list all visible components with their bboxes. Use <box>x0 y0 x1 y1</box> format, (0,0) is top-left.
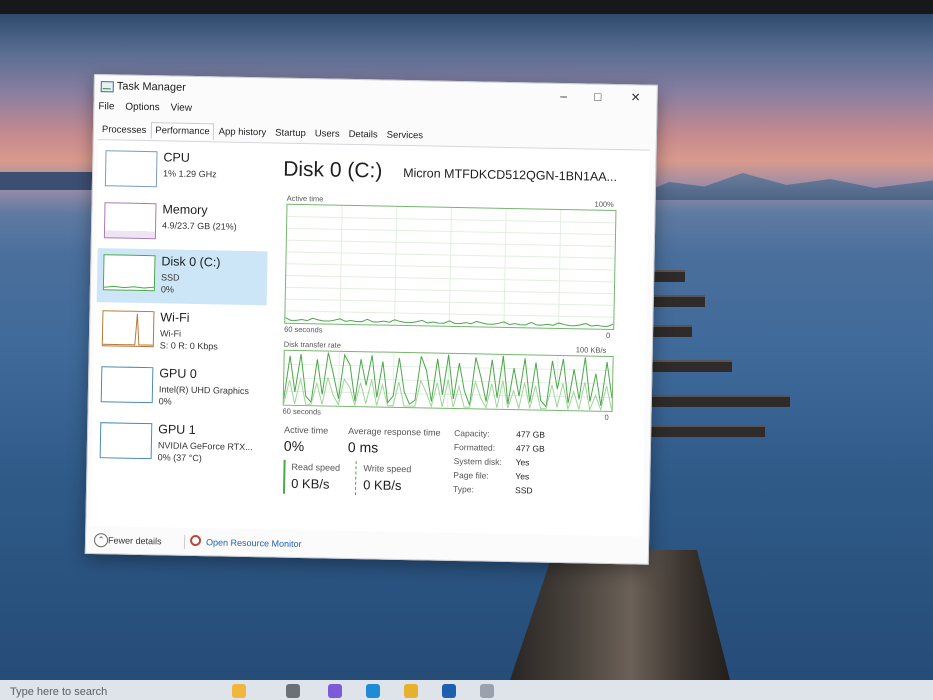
type-value: SSD <box>514 485 533 496</box>
menu-view[interactable]: View <box>170 102 192 113</box>
tab-performance[interactable]: Performance <box>151 122 214 141</box>
sidebar-item-label: Memory <box>162 202 208 218</box>
outlook-icon[interactable] <box>442 684 456 698</box>
active-time-graph <box>284 203 617 331</box>
sidebar-item-detail: Wi-Fi S: 0 R: 0 Kbps <box>159 328 218 352</box>
active-time-graph-label: Active time <box>286 193 324 204</box>
write-speed-value: 0 KB/s <box>363 477 402 493</box>
system-disk-value: Yes <box>515 457 530 468</box>
active-time-graph-left-label: 60 seconds <box>284 324 323 335</box>
file-explorer-icon[interactable] <box>404 684 418 698</box>
disk-model: Micron MTFDKCD512QGN-1BN1AA... <box>403 165 618 185</box>
sidebar-item-label: GPU 0 <box>159 366 197 382</box>
tab-details[interactable]: Details <box>344 126 381 144</box>
active-time-graph-canvas <box>285 205 616 328</box>
window-title: Task Manager <box>116 80 186 94</box>
transfer-rate-graph-canvas <box>283 351 613 411</box>
formatted-label: Formatted: <box>453 441 496 453</box>
copilot-icon[interactable] <box>328 684 342 698</box>
sidebar-item-disk-0[interactable]: Disk 0 (C:) SSD 0% <box>96 248 268 306</box>
system-disk-label: System disk: <box>453 455 502 467</box>
tab-users[interactable]: Users <box>311 125 344 143</box>
sidebar-item-label: CPU <box>163 150 190 165</box>
gpu1-thumbnail-graph <box>99 422 153 460</box>
wifi-thumbnail-graph <box>101 310 155 348</box>
active-time-value: 0% <box>283 437 305 455</box>
taskbar: Type here to search <box>0 680 933 700</box>
close-button[interactable]: ✕ <box>618 87 652 108</box>
monitor-bezel <box>0 0 933 14</box>
write-speed-label: Write speed <box>363 463 412 475</box>
menu-file[interactable]: File <box>98 101 114 112</box>
taskbar-search[interactable]: Type here to search <box>10 686 107 698</box>
avg-response-value: 0 ms <box>347 438 379 456</box>
tab-startup[interactable]: Startup <box>271 124 310 142</box>
task-manager-taskbar-icon[interactable] <box>480 684 494 698</box>
cpu-thumbnail-graph <box>104 150 158 188</box>
sidebar-item-detail: Intel(R) UHD Graphics 0% <box>158 384 250 407</box>
gpu0-thumbnail-graph <box>100 366 154 404</box>
tab-app-history[interactable]: App history <box>214 123 270 141</box>
sidebar-item-label: Wi-Fi <box>160 310 190 325</box>
capacity-value: 477 GB <box>516 429 546 440</box>
transfer-rate-graph-left-label: 60 seconds <box>282 406 322 417</box>
read-speed-bar <box>282 459 286 494</box>
avg-response-label: Average response time <box>348 425 441 438</box>
widgets-icon[interactable] <box>232 684 246 698</box>
disk-thumbnail-graph <box>102 254 156 292</box>
sidebar-item-detail: 4.9/23.7 GB (21%) <box>162 220 237 232</box>
tab-services[interactable]: Services <box>382 127 427 145</box>
minimize-button[interactable]: – <box>546 86 580 107</box>
read-speed-value: 0 KB/s <box>291 475 330 492</box>
task-manager-window: Task Manager – □ ✕ File Options View Pro… <box>84 74 658 565</box>
active-time-graph-right-label: 0 <box>605 330 611 340</box>
performance-panel: CPU 1% 1.29 GHz Memory 4.9/23.7 GB (21%)… <box>90 139 650 537</box>
read-speed-label: Read speed <box>291 461 341 473</box>
active-time-label: Active time <box>284 424 329 436</box>
resource-monitor-icon[interactable] <box>189 534 202 547</box>
sidebar-item-label: Disk 0 (C:) <box>161 254 221 270</box>
sidebar-item-gpu-0[interactable]: GPU 0 Intel(R) UHD Graphics 0% <box>94 360 265 417</box>
menu-bar: File Options View <box>98 101 200 114</box>
sidebar-item-cpu[interactable]: CPU 1% 1.29 GHz <box>99 144 270 201</box>
page-file-value: Yes <box>515 471 530 482</box>
sidebar-item-gpu-1[interactable]: GPU 1 NVIDIA GeForce RTX... 0% (37 °C) <box>93 416 264 473</box>
type-label: Type: <box>453 483 474 495</box>
memory-thumbnail-graph <box>103 202 157 240</box>
footer-divider <box>183 534 186 549</box>
fewer-details-link[interactable]: Fewer details <box>108 535 162 546</box>
sidebar-item-detail: NVIDIA GeForce RTX... 0% (37 °C) <box>157 440 253 464</box>
task-view-icon[interactable] <box>286 684 300 698</box>
menu-options[interactable]: Options <box>125 102 160 114</box>
transfer-rate-graph-max: 100 KB/s <box>575 345 607 355</box>
transfer-rate-graph-label: Disk transfer rate <box>283 339 342 350</box>
write-speed-bar <box>354 461 359 496</box>
sidebar-item-wifi[interactable]: Wi-Fi Wi-Fi S: 0 R: 0 Kbps <box>96 304 267 361</box>
sidebar-item-detail: 1% 1.29 GHz <box>163 168 217 180</box>
edge-icon[interactable] <box>366 684 380 698</box>
maximize-button[interactable]: □ <box>580 86 614 107</box>
tab-processes[interactable]: Processes <box>98 121 151 139</box>
sidebar-item-label: GPU 1 <box>158 422 196 438</box>
sidebar-item-detail: SSD 0% <box>160 272 180 295</box>
chevron-up-icon[interactable]: ⌃ <box>93 533 109 548</box>
transfer-rate-graph-right-label: 0 <box>604 412 609 422</box>
formatted-value: 477 GB <box>515 443 545 454</box>
sidebar-item-memory[interactable]: Memory 4.9/23.7 GB (21%) <box>98 196 269 253</box>
open-resource-monitor-link[interactable]: Open Resource Monitor <box>206 537 302 549</box>
active-time-graph-max: 100% <box>594 199 614 210</box>
capacity-label: Capacity: <box>454 427 490 439</box>
task-manager-icon <box>100 81 114 93</box>
disk-title: Disk 0 (C:) <box>282 157 383 183</box>
transfer-rate-graph <box>282 349 614 413</box>
page-file-label: Page file: <box>453 469 489 481</box>
